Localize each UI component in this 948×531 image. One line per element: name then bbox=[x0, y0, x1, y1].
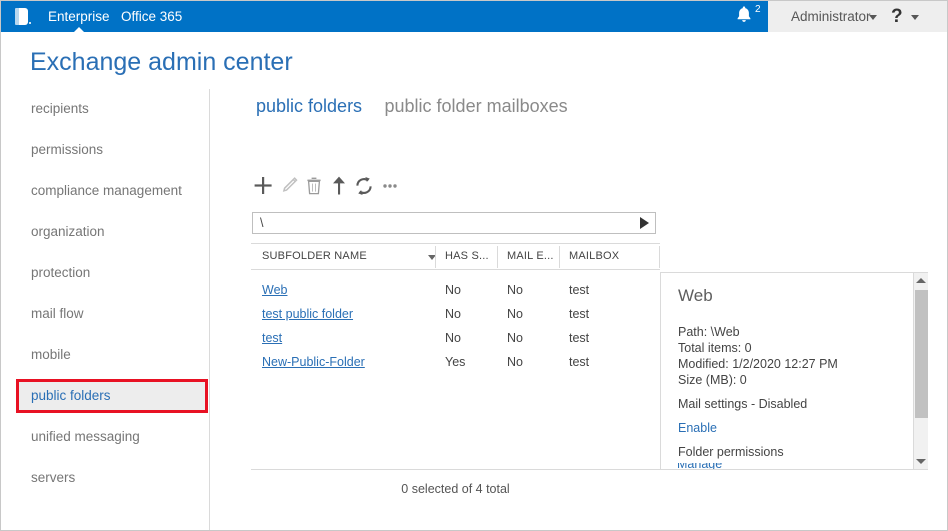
details-title: Web bbox=[678, 286, 713, 305]
trash-icon bbox=[307, 177, 321, 195]
suite-bar-brand-region bbox=[1, 1, 768, 32]
sidebar-item-organization[interactable]: organization bbox=[17, 216, 207, 248]
delete-button[interactable] bbox=[302, 173, 326, 199]
sidebar-item-recipients[interactable]: recipients bbox=[17, 93, 207, 125]
suite-bar: Enterprise Office 365 2 Administrator ? bbox=[1, 1, 947, 32]
cell-subfolder-name[interactable]: test bbox=[262, 328, 282, 349]
cell-mail-enabled: No bbox=[507, 355, 523, 369]
cell-has-subfolders: No bbox=[445, 307, 461, 321]
sidebar-item-permissions[interactable]: permissions bbox=[17, 134, 207, 166]
chevron-down-icon-help[interactable] bbox=[911, 15, 919, 20]
cell-subfolder-name[interactable]: New-Public-Folder bbox=[262, 352, 365, 373]
arrow-up-icon bbox=[333, 176, 345, 195]
details-size: Size (MB): 0 bbox=[678, 373, 747, 387]
cell-mailbox: test bbox=[569, 355, 590, 369]
edit-button[interactable] bbox=[277, 173, 301, 199]
sidebar-divider bbox=[209, 89, 210, 530]
footer-divider bbox=[251, 469, 928, 470]
tab-public-folder-mailboxes[interactable]: public folder mailboxes bbox=[385, 96, 568, 117]
chevron-down-icon-account[interactable] bbox=[869, 15, 877, 20]
column-header-has-subfolders[interactable]: HAS S... bbox=[445, 244, 489, 269]
refresh-button[interactable] bbox=[352, 173, 376, 199]
folder-path-bar[interactable]: \ bbox=[252, 212, 656, 234]
cell-mail-enabled: No bbox=[507, 307, 523, 321]
scroll-down-arrow-icon[interactable] bbox=[916, 459, 926, 464]
column-header-subfolder-name[interactable]: SUBFOLDER NAME bbox=[262, 244, 367, 269]
sidebar-item-compliance-management[interactable]: compliance management bbox=[17, 175, 207, 207]
account-menu-administrator[interactable]: Administrator bbox=[791, 1, 871, 32]
plus-icon bbox=[254, 177, 272, 194]
office-waffle-icon[interactable] bbox=[13, 7, 32, 26]
sidebar-item-mail-flow[interactable]: mail flow bbox=[17, 298, 207, 330]
details-total-items: Total items: 0 bbox=[678, 341, 752, 355]
cell-subfolder-name[interactable]: Web bbox=[262, 280, 287, 301]
public-folders-table: SUBFOLDER NAME HAS S... MAIL E... MAILBO… bbox=[251, 243, 660, 469]
ellipsis-icon bbox=[383, 184, 397, 188]
cell-mailbox: test bbox=[569, 283, 590, 297]
details-path: Path: \Web bbox=[678, 325, 740, 339]
column-divider bbox=[659, 246, 660, 268]
refresh-icon bbox=[356, 177, 372, 195]
enterprise-active-pointer-icon bbox=[74, 27, 84, 32]
sidebar-item-mobile[interactable]: mobile bbox=[17, 339, 207, 371]
cell-has-subfolders: No bbox=[445, 331, 461, 345]
bell-icon bbox=[737, 6, 751, 22]
move-up-button[interactable] bbox=[327, 173, 351, 199]
notification-count-badge: 2 bbox=[755, 4, 761, 15]
table-row[interactable]: test public folder No No test bbox=[251, 304, 660, 325]
table-row[interactable]: test No No test bbox=[251, 328, 660, 349]
notifications-button[interactable]: 2 bbox=[735, 5, 765, 31]
exchange-admin-center-window: Enterprise Office 365 2 Administrator ? … bbox=[0, 0, 948, 531]
play-triangle-icon[interactable] bbox=[640, 217, 649, 229]
cell-subfolder-name[interactable]: test public folder bbox=[262, 304, 353, 325]
tab-bar: public folders public folder mailboxes bbox=[256, 96, 586, 122]
table-header-row: SUBFOLDER NAME HAS S... MAIL E... MAILBO… bbox=[251, 243, 660, 270]
cell-mail-enabled: No bbox=[507, 331, 523, 345]
column-divider bbox=[559, 246, 560, 268]
sidebar: recipients permissions compliance manage… bbox=[1, 89, 209, 530]
cell-mailbox: test bbox=[569, 307, 590, 321]
details-enable-link[interactable]: Enable bbox=[678, 421, 717, 435]
cell-has-subfolders: Yes bbox=[445, 355, 466, 369]
help-button[interactable]: ? bbox=[891, 1, 903, 32]
sidebar-item-servers[interactable]: servers bbox=[17, 462, 207, 494]
details-mail-settings: Mail settings - Disabled bbox=[678, 397, 808, 411]
cell-has-subfolders: No bbox=[445, 283, 461, 297]
suite-link-office365[interactable]: Office 365 bbox=[121, 1, 182, 32]
column-header-mail-enabled[interactable]: MAIL E... bbox=[507, 244, 554, 269]
cell-mailbox: test bbox=[569, 331, 590, 345]
column-header-mailbox[interactable]: MAILBOX bbox=[569, 244, 619, 269]
details-folder-permissions: Folder permissions bbox=[678, 445, 784, 459]
tab-public-folders[interactable]: public folders bbox=[256, 96, 362, 117]
sidebar-item-protection[interactable]: protection bbox=[17, 257, 207, 289]
more-button[interactable] bbox=[378, 173, 402, 199]
column-divider bbox=[435, 246, 436, 268]
add-button[interactable] bbox=[251, 173, 275, 199]
table-row[interactable]: Web No No test bbox=[251, 280, 660, 301]
details-pane: Web Path: \Web Total items: 0 Modified: … bbox=[660, 272, 928, 469]
sidebar-item-unified-messaging[interactable]: unified messaging bbox=[17, 421, 207, 453]
page-title: Exchange admin center bbox=[30, 48, 293, 76]
scrollbar-thumb[interactable] bbox=[915, 290, 928, 418]
column-divider bbox=[497, 246, 498, 268]
table-row[interactable]: New-Public-Folder Yes No test bbox=[251, 352, 660, 373]
scroll-up-arrow-icon[interactable] bbox=[916, 278, 926, 283]
details-scrollbar[interactable] bbox=[913, 273, 928, 469]
folder-path-value[interactable]: \ bbox=[260, 213, 263, 233]
details-modified: Modified: 1/2/2020 12:27 PM bbox=[678, 357, 838, 371]
pencil-icon bbox=[282, 177, 298, 192]
selection-status: 0 selected of 4 total bbox=[401, 482, 510, 496]
cell-mail-enabled: No bbox=[507, 283, 523, 297]
sidebar-item-public-folders[interactable]: public folders bbox=[17, 380, 207, 412]
